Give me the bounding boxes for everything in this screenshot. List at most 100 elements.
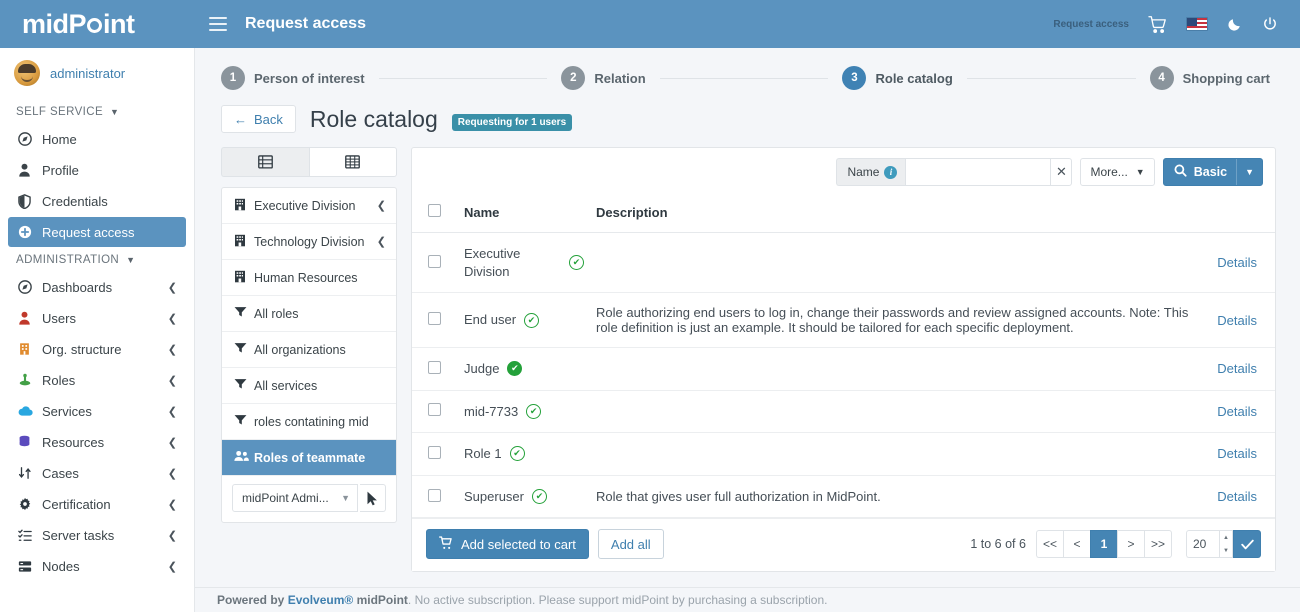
tree-item-all-roles[interactable]: All roles: [222, 296, 396, 332]
info-icon[interactable]: i: [884, 166, 897, 179]
pick-teammate-button[interactable]: [360, 484, 386, 512]
select-all-checkbox[interactable]: [428, 204, 441, 217]
stepper-up-icon[interactable]: ▲: [1220, 531, 1232, 544]
page-first-button[interactable]: <<: [1036, 530, 1063, 558]
table-row[interactable]: End user ✔ Role authorizing end users to…: [412, 293, 1275, 348]
chevron-left-icon[interactable]: ❮: [377, 235, 386, 248]
sidebar-item-profile[interactable]: Profile: [8, 155, 186, 185]
sidebar-item-users[interactable]: Users ❮: [8, 303, 186, 333]
sidebar-item-dashboards[interactable]: Dashboards ❮: [8, 272, 186, 302]
row-name-cell: Executive Division ✔: [458, 233, 590, 293]
step-label: Relation: [594, 71, 645, 86]
row-checkbox[interactable]: [428, 403, 441, 416]
row-actions-cell: Details: [1195, 293, 1275, 348]
page-prev-button[interactable]: <: [1063, 530, 1090, 558]
add-all-button[interactable]: Add all: [598, 529, 664, 559]
row-name-cell: Superuser ✔: [458, 475, 590, 518]
sidebar-section-label: SELF SERVICE: [16, 106, 103, 118]
chevron-down-icon[interactable]: ▼: [1236, 159, 1262, 185]
page-size-input[interactable]: [1186, 530, 1219, 558]
column-header-description[interactable]: Description: [590, 196, 1195, 233]
row-checkbox[interactable]: [428, 361, 441, 374]
table-row[interactable]: Role 1 ✔ Details: [412, 433, 1275, 476]
sidebar-item-credentials[interactable]: Credentials: [8, 186, 186, 216]
cart-icon[interactable]: [1148, 16, 1167, 33]
sidebar-item-label: Resources: [38, 435, 168, 450]
sidebar-item-nodes[interactable]: Nodes ❮: [8, 551, 186, 581]
moon-icon[interactable]: [1227, 16, 1243, 32]
power-icon[interactable]: [1262, 16, 1278, 32]
row-checkbox[interactable]: [428, 489, 441, 502]
back-button[interactable]: ← Back: [221, 105, 296, 133]
sidebar-item-org-structure[interactable]: Org. structure ❮: [8, 334, 186, 364]
page-size-confirm-button[interactable]: [1233, 530, 1261, 558]
tree-item-label: roles contatining mid: [254, 415, 386, 429]
step-connector: [379, 78, 548, 79]
basic-search-button[interactable]: Basic ▼: [1163, 158, 1263, 186]
gear-icon: [18, 497, 38, 511]
more-filters-button[interactable]: More... ▼: [1080, 158, 1154, 186]
page-size-stepper[interactable]: ▲ ▼: [1219, 530, 1233, 558]
topbar-request-access-link[interactable]: Request access: [1053, 19, 1129, 30]
chevron-left-icon[interactable]: ❮: [377, 199, 386, 212]
column-header-actions: [1195, 196, 1275, 233]
tree-item-roles-of-teammate[interactable]: Roles of teammate: [222, 440, 396, 476]
details-link[interactable]: Details: [1217, 255, 1257, 270]
table-row[interactable]: mid-7733 ✔ Details: [412, 390, 1275, 433]
tree-item-roles-containing-mid[interactable]: roles contatining mid: [222, 404, 396, 440]
table-row[interactable]: Judge ✔ Details: [412, 348, 1275, 391]
flag-icon[interactable]: [1186, 17, 1208, 31]
evolveum-link[interactable]: Evolveum: [288, 593, 345, 607]
step-relation[interactable]: 2 Relation: [561, 66, 645, 90]
step-person-of-interest[interactable]: 1 Person of interest: [221, 66, 365, 90]
tree-item-technology-division[interactable]: Technology Division ❮: [222, 224, 396, 260]
row-checkbox[interactable]: [428, 446, 441, 459]
step-shopping-cart[interactable]: 4 Shopping cart: [1150, 66, 1270, 90]
brand-logo[interactable]: midPint: [0, 0, 195, 48]
sidebar-item-certification[interactable]: Certification ❮: [8, 489, 186, 519]
sidebar-item-resources[interactable]: Resources ❮: [8, 427, 186, 457]
tree-item-all-services[interactable]: All services: [222, 368, 396, 404]
table-row[interactable]: Executive Division ✔ Details: [412, 233, 1275, 293]
tree-item-human-resources[interactable]: Human Resources: [222, 260, 396, 296]
sidebar-user[interactable]: administrator: [0, 48, 194, 100]
table-row[interactable]: Superuser ✔ Role that gives user full au…: [412, 475, 1275, 518]
chevron-left-icon: ❮: [168, 374, 177, 387]
tree-item-all-organizations[interactable]: All organizations: [222, 332, 396, 368]
status-badge: Requesting for 1 users: [452, 114, 572, 131]
pagination-count: 1 to 6 of 6: [970, 537, 1026, 551]
details-link[interactable]: Details: [1217, 404, 1257, 419]
close-icon[interactable]: ✕: [1050, 158, 1072, 186]
sidebar-item-cases[interactable]: Cases ❮: [8, 458, 186, 488]
sidebar-section-administration[interactable]: ADMINISTRATION ▼: [0, 248, 194, 271]
sidebar-item-request-access[interactable]: Request access: [8, 217, 186, 247]
list-view-icon[interactable]: [221, 147, 309, 177]
step-role-catalog[interactable]: 3 Role catalog: [842, 66, 952, 90]
catalog-content: Executive Division ❮ Technology Division…: [195, 133, 1300, 572]
stepper-down-icon[interactable]: ▼: [1220, 544, 1232, 557]
sidebar-item-home[interactable]: Home: [8, 124, 186, 154]
page-last-button[interactable]: >>: [1144, 530, 1172, 558]
filter-icon: [234, 378, 254, 393]
sidebar-item-server-tasks[interactable]: Server tasks ❮: [8, 520, 186, 550]
row-checkbox[interactable]: [428, 312, 441, 325]
column-header-name[interactable]: Name: [458, 196, 590, 233]
page-next-button[interactable]: >: [1117, 530, 1144, 558]
role-name: mid-7733: [464, 403, 518, 421]
details-link[interactable]: Details: [1217, 313, 1257, 328]
teammate-select[interactable]: midPoint Admi... ▼: [232, 484, 358, 512]
tree-item-executive-division[interactable]: Executive Division ❮: [222, 188, 396, 224]
details-link[interactable]: Details: [1217, 489, 1257, 504]
add-selected-to-cart-button[interactable]: Add selected to cart: [426, 529, 589, 559]
details-link[interactable]: Details: [1217, 361, 1257, 376]
page-number-button[interactable]: 1: [1090, 530, 1117, 558]
sidebar-item-roles[interactable]: Roles ❮: [8, 365, 186, 395]
sidebar-section-self-service[interactable]: SELF SERVICE ▼: [0, 100, 194, 123]
hamburger-icon[interactable]: [209, 17, 227, 31]
grid-view-icon[interactable]: [309, 147, 398, 177]
sidebar-item-services[interactable]: Services ❮: [8, 396, 186, 426]
sidebar-item-label: Nodes: [38, 559, 168, 574]
row-checkbox[interactable]: [428, 255, 441, 268]
details-link[interactable]: Details: [1217, 446, 1257, 461]
search-input[interactable]: [905, 158, 1050, 186]
